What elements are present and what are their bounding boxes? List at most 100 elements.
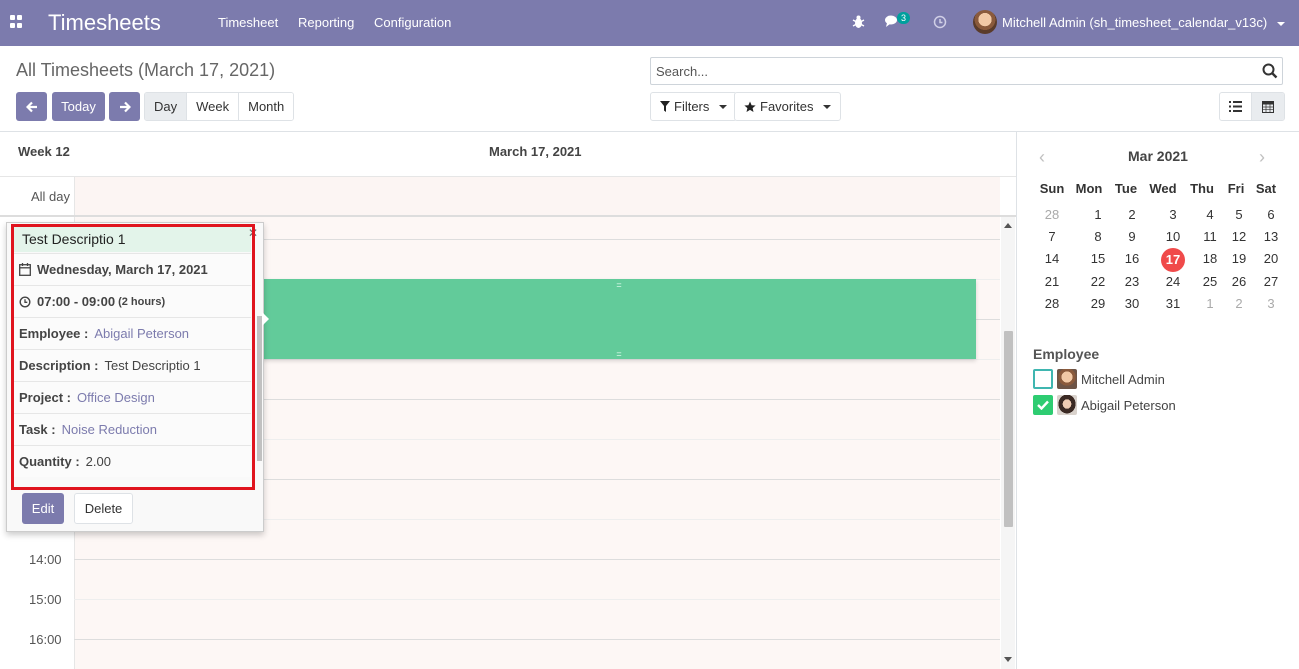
menu-reporting[interactable]: Reporting (298, 15, 354, 30)
employee-name: Mitchell Admin (1081, 371, 1165, 387)
mini-calendar-day[interactable]: 5 (1222, 204, 1256, 226)
employee-avatar (1057, 369, 1077, 389)
mini-calendar-day[interactable]: 2 (1115, 204, 1149, 226)
mini-calendar-day[interactable]: 28 (1035, 293, 1069, 315)
weekday-label: Fri (1227, 181, 1245, 196)
checkbox-unchecked[interactable] (1033, 369, 1053, 389)
next-month-icon[interactable]: › (1259, 147, 1265, 168)
mini-calendar-day[interactable]: 13 (1254, 226, 1288, 248)
weekday-label: Sun (1039, 181, 1065, 196)
mini-calendar-day[interactable]: 27 (1254, 271, 1288, 293)
mini-calendar-day[interactable]: 30 (1115, 293, 1149, 315)
top-navbar: Timesheets Timesheet Reporting Configura… (0, 0, 1299, 46)
time-label: 14:00 (29, 552, 62, 567)
mini-calendar-day[interactable]: 31 (1156, 293, 1190, 315)
scroll-up-icon[interactable] (1004, 223, 1012, 228)
mini-calendar-day[interactable]: 14 (1035, 248, 1069, 270)
next-button[interactable] (109, 92, 140, 121)
mini-calendar-day[interactable]: 9 (1115, 226, 1149, 248)
popover-arrow (262, 312, 269, 326)
mini-calendar-day[interactable]: 19 (1222, 248, 1256, 270)
mini-calendar-day[interactable]: 1 (1081, 204, 1115, 226)
all-day-label: All day (31, 189, 71, 204)
weekday-label: Thu (1190, 181, 1214, 196)
mini-calendar-day[interactable]: 12 (1222, 226, 1256, 248)
mini-calendar-day[interactable]: 20 (1254, 248, 1288, 270)
mini-calendar-title[interactable]: Mar 2021 (1128, 148, 1188, 164)
apps-menu-icon[interactable] (10, 15, 23, 28)
favorites-button[interactable]: Favorites (734, 92, 842, 121)
arrow-right-icon (119, 101, 131, 112)
search-input[interactable] (651, 58, 1231, 84)
app-brand[interactable]: Timesheets (48, 10, 161, 36)
scale-day-button[interactable]: Day (145, 93, 188, 120)
prev-month-icon[interactable]: ‹ (1039, 147, 1045, 168)
messages-count-badge: 3 (897, 12, 911, 24)
weekday-label: Sat (1255, 181, 1277, 196)
edit-button[interactable]: Edit (22, 493, 64, 524)
hour-line (74, 639, 1000, 640)
weekday-label: Tue (1114, 181, 1138, 196)
mini-calendar-day[interactable]: 21 (1035, 271, 1069, 293)
mini-calendar-day[interactable]: 16 (1115, 248, 1149, 270)
mini-calendar-day[interactable]: 24 (1156, 271, 1190, 293)
weekday-label: Wed (1149, 181, 1177, 196)
mini-calendar-day[interactable]: 29 (1081, 293, 1115, 315)
mini-calendar-day[interactable]: 6 (1254, 204, 1288, 226)
calendar-scrollbar[interactable] (1001, 217, 1015, 669)
menu-timesheet[interactable]: Timesheet (218, 15, 278, 30)
star-icon (744, 101, 756, 112)
today-button[interactable]: Today (52, 92, 105, 121)
mini-calendar-day[interactable]: 26 (1222, 271, 1256, 293)
activity-clock-icon[interactable] (933, 15, 947, 29)
highlight-box (11, 224, 255, 490)
view-switcher (1219, 92, 1285, 121)
scale-month-button[interactable]: Month (239, 93, 294, 120)
mini-calendar-day[interactable]: 8 (1081, 226, 1115, 248)
week-number: Week 12 (18, 144, 70, 159)
list-view-button[interactable] (1220, 93, 1252, 120)
filters-label: Filters (674, 99, 710, 114)
employee-filter-item[interactable]: Mitchell Admin (1033, 369, 1165, 389)
user-avatar[interactable] (973, 10, 997, 34)
list-icon (1229, 101, 1242, 112)
checkbox-checked[interactable] (1033, 395, 1053, 415)
sidebar-divider (1016, 131, 1017, 669)
popover-scrollbar[interactable] (257, 316, 262, 461)
mini-calendar-today[interactable]: 17 (1156, 248, 1190, 272)
mini-calendar-day[interactable]: 7 (1035, 226, 1069, 248)
drag-handle-icon[interactable]: = (262, 281, 976, 290)
chevron-down-icon (1276, 21, 1285, 26)
filters-button[interactable]: Filters (650, 92, 738, 121)
hour-line (74, 559, 1000, 560)
half-hour-line (74, 599, 1000, 600)
calendar-view-button[interactable] (1252, 93, 1284, 120)
mini-calendar-day[interactable]: 15 (1081, 248, 1115, 270)
mini-calendar-day[interactable]: 10 (1156, 226, 1190, 248)
search-icon[interactable] (1262, 63, 1278, 79)
page-title: All Timesheets (March 17, 2021) (16, 60, 276, 80)
user-menu[interactable]: Mitchell Admin (sh_timesheet_calendar_v1… (1002, 15, 1285, 30)
timesheet-event[interactable]: = = (262, 279, 976, 359)
all-day-slot[interactable] (74, 177, 1000, 215)
mini-calendar-day[interactable]: 22 (1081, 271, 1115, 293)
favorites-label: Favorites (760, 99, 814, 114)
employee-filter-item[interactable]: Abigail Peterson (1033, 395, 1176, 415)
check-icon (1037, 400, 1049, 410)
mini-calendar-day[interactable]: 23 (1115, 271, 1149, 293)
delete-button[interactable]: Delete (74, 493, 133, 524)
resize-handle-icon[interactable]: = (262, 350, 976, 359)
scroll-thumb[interactable] (1004, 331, 1013, 527)
mini-calendar-day[interactable]: 2 (1222, 293, 1256, 315)
previous-button[interactable] (16, 92, 47, 121)
mini-calendar-day[interactable]: 3 (1156, 204, 1190, 226)
menu-configuration[interactable]: Configuration (374, 15, 451, 30)
column-date[interactable]: March 17, 2021 (489, 144, 582, 159)
mini-calendar-day[interactable]: 28 (1035, 204, 1069, 226)
chevron-down-icon (823, 104, 832, 109)
scale-week-button[interactable]: Week (187, 93, 240, 120)
scroll-down-icon[interactable] (1004, 657, 1012, 662)
bug-icon[interactable] (852, 15, 865, 29)
time-label: 16:00 (29, 632, 62, 647)
mini-calendar-day[interactable]: 3 (1254, 293, 1288, 315)
